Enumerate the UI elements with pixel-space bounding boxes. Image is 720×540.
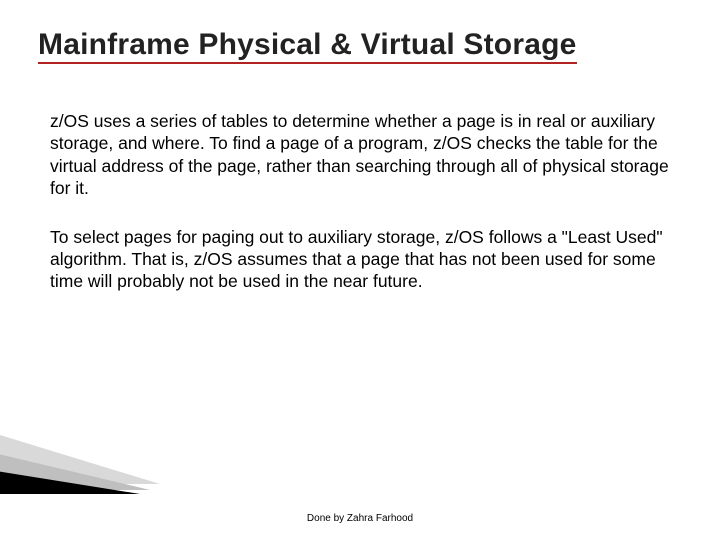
paragraph-1: z/OS uses a series of tables to determin… (50, 110, 690, 200)
slide-body: z/OS uses a series of tables to determin… (50, 110, 690, 319)
corner-decoration (0, 392, 190, 502)
paragraph-2: To select pages for paging out to auxili… (50, 226, 690, 293)
slide: Mainframe Physical & Virtual Storage z/O… (0, 0, 720, 540)
slide-title: Mainframe Physical & Virtual Storage (38, 28, 577, 62)
footer-credit: Done by Zahra Farhood (0, 513, 720, 524)
slide-title-text: Mainframe Physical & Virtual Storage (38, 28, 577, 64)
